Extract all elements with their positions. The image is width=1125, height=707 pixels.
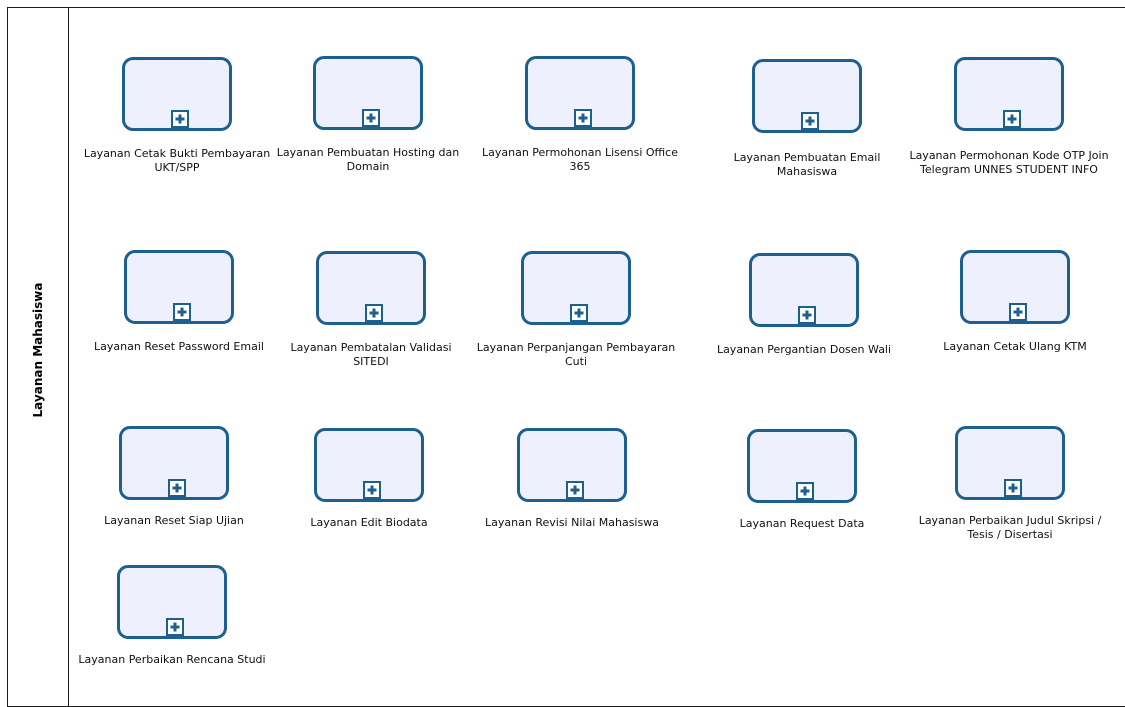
task-label: Layanan Pembuatan Email Mahasiswa xyxy=(733,151,881,178)
subprocess-task[interactable]: Layanan Reset Password Email xyxy=(94,250,264,353)
subprocess-box[interactable] xyxy=(954,57,1064,131)
subprocess-task[interactable]: Layanan Revisi Nilai Mahasiswa xyxy=(485,428,659,529)
subprocess-task[interactable]: Layanan Cetak Ulang KTM xyxy=(943,250,1087,353)
plus-icon xyxy=(171,110,189,128)
subprocess-task[interactable]: Layanan Edit Biodata xyxy=(310,428,428,529)
subprocess-box[interactable] xyxy=(122,57,232,131)
task-label: Layanan Permohonan Lisensi Office 365 xyxy=(481,146,678,173)
subprocess-box[interactable] xyxy=(525,56,635,130)
subprocess-task[interactable]: Layanan Permohonan Lisensi Office 365 xyxy=(482,56,678,173)
plus-icon xyxy=(168,479,186,497)
task-label: Layanan Perpanjangan Pembayaran Cuti xyxy=(476,341,676,368)
subprocess-box[interactable] xyxy=(955,426,1065,500)
task-label: Layanan Pembuatan Hosting dan Domain xyxy=(276,146,460,173)
task-label: Layanan Pembatalan Validasi SITEDI xyxy=(290,341,452,368)
plus-icon xyxy=(362,109,380,127)
subprocess-box[interactable] xyxy=(313,56,423,130)
plus-icon xyxy=(798,306,816,324)
subprocess-task[interactable]: Layanan Reset Siap Ujian xyxy=(104,426,244,527)
subprocess-box[interactable] xyxy=(752,59,862,133)
plus-icon xyxy=(363,481,381,499)
subprocess-box[interactable] xyxy=(314,428,424,502)
plus-icon xyxy=(566,481,584,499)
task-label: Layanan Perbaikan Judul Skripsi / Tesis … xyxy=(918,514,1102,541)
subprocess-task[interactable]: Layanan Pergantian Dosen Wali xyxy=(717,253,891,356)
task-label: Layanan Request Data xyxy=(739,517,865,530)
plus-icon xyxy=(1004,479,1022,497)
task-label: Layanan Cetak Bukti Pembayaran UKT/SPP xyxy=(83,147,271,174)
task-label: Layanan Reset Siap Ujian xyxy=(104,514,244,527)
plus-icon xyxy=(1003,110,1021,128)
subprocess-task[interactable]: Layanan Permohonan Kode OTP Join Telegra… xyxy=(909,57,1109,176)
plus-icon xyxy=(173,303,191,321)
subprocess-task[interactable]: Layanan Pembatalan Validasi SITEDI xyxy=(290,251,452,368)
plus-icon xyxy=(796,482,814,500)
subprocess-task[interactable]: Layanan Perbaikan Rencana Studi xyxy=(78,565,266,666)
subprocess-task[interactable]: Layanan Perpanjangan Pembayaran Cuti xyxy=(477,251,675,368)
task-label: Layanan Permohonan Kode OTP Join Telegra… xyxy=(909,149,1109,176)
subprocess-box[interactable] xyxy=(316,251,426,325)
subprocess-box[interactable] xyxy=(124,250,234,324)
task-label: Layanan Edit Biodata xyxy=(310,516,428,529)
subprocess-box[interactable] xyxy=(747,429,857,503)
swimlane-title: Layanan Mahasiswa xyxy=(31,282,45,418)
subprocess-task[interactable]: Layanan Perbaikan Judul Skripsi / Tesis … xyxy=(919,426,1101,541)
subprocess-box[interactable] xyxy=(521,251,631,325)
subprocess-task[interactable]: Layanan Request Data xyxy=(740,429,864,530)
bpmn-diagram: Layanan Mahasiswa Layanan Cetak Bukti Pe… xyxy=(0,0,1125,707)
plus-icon xyxy=(365,304,383,322)
subprocess-task[interactable]: Layanan Pembuatan Hosting dan Domain xyxy=(277,56,459,173)
plus-icon xyxy=(570,304,588,322)
task-label: Layanan Pergantian Dosen Wali xyxy=(716,343,892,356)
subprocess-task[interactable]: Layanan Cetak Bukti Pembayaran UKT/SPP xyxy=(84,57,270,174)
plus-icon xyxy=(574,109,592,127)
subprocess-box[interactable] xyxy=(117,565,227,639)
plus-icon xyxy=(166,618,184,636)
subprocess-task[interactable]: Layanan Pembuatan Email Mahasiswa xyxy=(734,59,880,178)
subprocess-box[interactable] xyxy=(517,428,627,502)
task-label: Layanan Perbaikan Rencana Studi xyxy=(78,653,266,666)
subprocess-box[interactable] xyxy=(119,426,229,500)
task-label: Layanan Reset Password Email xyxy=(94,340,264,353)
plus-icon xyxy=(801,112,819,130)
task-label: Layanan Cetak Ulang KTM xyxy=(943,340,1087,353)
subprocess-box[interactable] xyxy=(749,253,859,327)
subprocess-box[interactable] xyxy=(960,250,1070,324)
plus-icon xyxy=(1009,303,1027,321)
task-label: Layanan Revisi Nilai Mahasiswa xyxy=(485,516,659,529)
